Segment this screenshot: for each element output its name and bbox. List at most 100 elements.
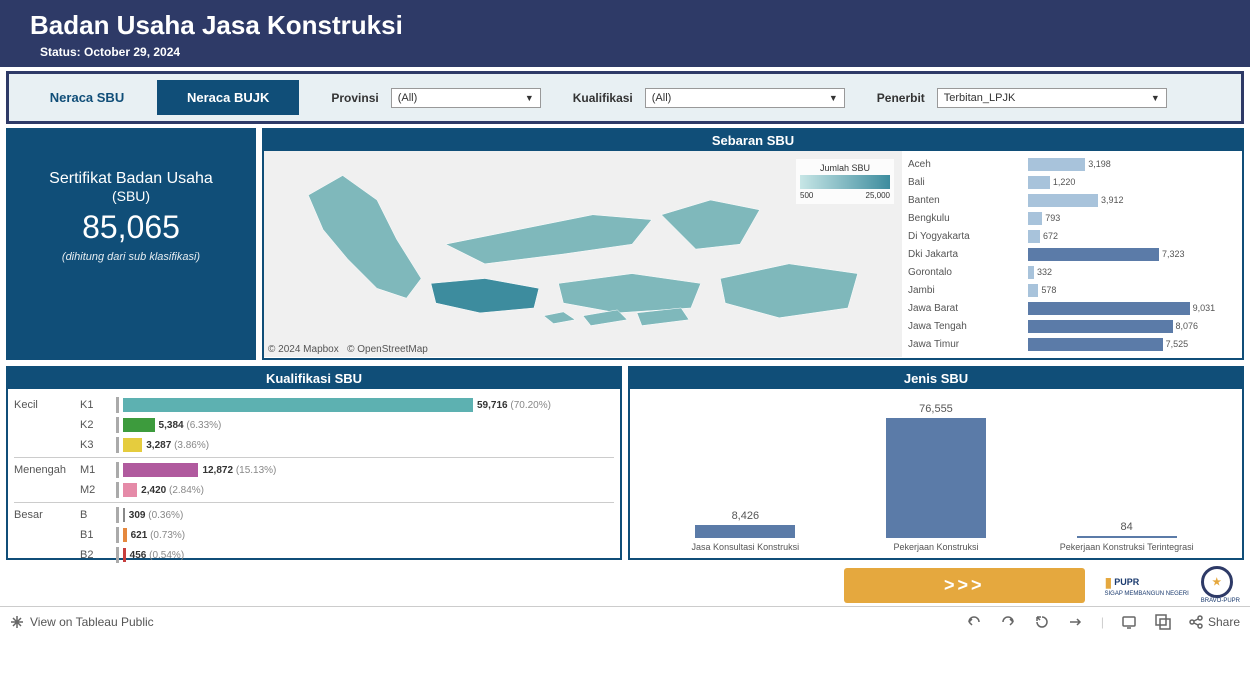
legend-gradient [800,175,890,189]
kualifikasi-row[interactable]: Besar B 309 (0.36%) [14,505,614,525]
logo-pupr-sub: SIGAP MEMBANGUN NEGERI [1105,591,1189,597]
forward-icon[interactable] [1067,613,1085,631]
province-row[interactable]: Banten 3,912 [908,191,1236,209]
redo-icon[interactable] [999,613,1017,631]
province-bar [1028,176,1050,189]
kual-value: 3,287 (3.86%) [146,440,209,451]
jenis-category: Pekerjaan Konstruksi [893,542,978,552]
tableau-icon [10,615,24,629]
kual-sub-label: K2 [80,419,110,431]
province-bar [1028,230,1040,243]
province-value: 3,912 [1101,195,1124,205]
kualifikasi-row[interactable]: Kecil K1 59,716 (70.20%) [14,395,614,415]
jenis-bar [1077,536,1177,538]
credit-osm: © OpenStreetMap [347,344,428,355]
kualifikasi-row[interactable]: Menengah M1 12,872 (15.13%) [14,460,614,480]
province-row[interactable]: Jawa Tengah 8,076 [908,317,1236,335]
kual-value: 309 (0.36%) [129,510,183,521]
logo-bravo: ★ BRAVO-PUPR [1201,566,1240,604]
kual-value: 12,872 (15.13%) [202,465,276,476]
dropdown-provinsi[interactable]: (All) ▼ [391,88,541,108]
province-row[interactable]: Bali 1,220 [908,173,1236,191]
kual-bar [123,508,125,522]
kual-value: 59,716 (70.20%) [477,400,551,411]
kualifikasi-row[interactable]: B1 621 (0.73%) [14,525,614,545]
province-label: Aceh [908,159,1028,170]
province-bar [1028,194,1098,207]
province-label: Jawa Tengah [908,321,1028,332]
province-label: Jawa Barat [908,303,1028,314]
device-icon[interactable] [1120,613,1138,631]
map-legend: Jumlah SBU 500 25,000 [796,159,894,204]
province-bar-list[interactable]: Aceh 3,198Bali 1,220Banten 3,912Bengkulu… [902,151,1242,357]
province-row[interactable]: Jawa Barat 9,031 [908,299,1236,317]
jenis-value: 84 [1121,521,1133,533]
province-bar [1028,284,1038,297]
province-value: 9,031 [1193,303,1216,313]
share-button[interactable]: Share [1188,614,1240,630]
province-value: 332 [1037,267,1052,277]
map-credit: © 2024 Mapbox © OpenStreetMap [268,344,428,355]
kual-group-label: Besar [14,509,74,521]
filter-bar: Neraca SBU Neraca BUJK Provinsi (All) ▼ … [6,71,1244,124]
jenis-item[interactable]: 76,555 Pekerjaan Konstruksi [842,403,1031,552]
kual-bar [123,418,155,432]
jenis-category: Jasa Konsultasi Konstruksi [692,542,800,552]
jenis-chart[interactable]: 8,426 Jasa Konsultasi Konstruksi76,555 P… [630,389,1242,557]
province-label: Bali [908,177,1028,188]
province-row[interactable]: Dki Jakarta 7,323 [908,245,1236,263]
province-row[interactable]: Jawa Timur 7,525 [908,335,1236,353]
province-bar [1028,158,1085,171]
province-row[interactable]: Di Yogyakarta 672 [908,227,1236,245]
credit-mapbox: © 2024 Mapbox [268,344,339,355]
jenis-item[interactable]: 8,426 Jasa Konsultasi Konstruksi [651,510,840,552]
province-value: 793 [1045,213,1060,223]
kualifikasi-row[interactable]: K2 5,384 (6.33%) [14,415,614,435]
reset-icon[interactable] [1033,613,1051,631]
kualifikasi-row[interactable]: M2 2,420 (2.84%) [14,480,614,500]
view-on-tableau-link[interactable]: View on Tableau Public [30,615,154,629]
tab-neraca-bujk[interactable]: Neraca BUJK [157,80,299,115]
province-value: 8,076 [1176,321,1199,331]
province-row[interactable]: Jambi 578 [908,281,1236,299]
jenis-value: 8,426 [732,510,760,522]
legend-title: Jumlah SBU [800,163,890,173]
dropdown-penerbit[interactable]: Terbitan_LPJK ▼ [937,88,1167,108]
dropdown-kualifikasi[interactable]: (All) ▼ [645,88,845,108]
filter-label-kualifikasi: Kualifikasi [573,91,633,105]
jenis-bar [886,418,986,538]
fullscreen-icon[interactable] [1154,613,1172,631]
kpi-subtitle: (dihitung dari sub klasifikasi) [18,251,244,263]
kual-sub-label: K1 [80,399,110,411]
next-button[interactable]: >>> [844,568,1085,603]
kualifikasi-row[interactable]: K3 3,287 (3.86%) [14,435,614,455]
province-value: 672 [1043,231,1058,241]
jenis-item[interactable]: 84 Pekerjaan Konstruksi Terintegrasi [1032,521,1221,552]
panel-title-kualifikasi: Kualifikasi SBU [8,368,620,389]
legend-min: 500 [800,191,813,200]
province-row[interactable]: Gorontalo 332 [908,263,1236,281]
chevron-down-icon: ▼ [1151,93,1160,103]
panel-sebaran-sbu: Sebaran SBU [262,128,1244,360]
map-indonesia[interactable]: Jumlah SBU 500 25,000 © 2024 Mapbox © Ope… [264,151,902,357]
kual-value: 456 (0.54%) [130,550,184,561]
province-row[interactable]: Bengkulu 793 [908,209,1236,227]
filter-label-penerbit: Penerbit [877,91,925,105]
logo-pupr: ▮PUPR SIGAP MEMBANGUN NEGERI [1105,574,1189,597]
kualifikasi-row[interactable]: B2 456 (0.54%) [14,545,614,565]
filter-label-provinsi: Provinsi [331,91,378,105]
province-label: Jawa Timur [908,339,1028,350]
legend-max: 25,000 [866,191,890,200]
page-header: Badan Usaha Jasa Konstruksi Status: Octo… [0,0,1250,67]
province-row[interactable]: Aceh 3,198 [908,155,1236,173]
province-label: Di Yogyakarta [908,231,1028,242]
page-title: Badan Usaha Jasa Konstruksi [30,10,1220,41]
province-value: 3,198 [1088,159,1111,169]
panel-kualifikasi-sbu: Kualifikasi SBU Kecil K1 59,716 (70.20%)… [6,366,622,560]
province-bar [1028,248,1159,261]
jenis-value: 76,555 [919,403,953,415]
kualifikasi-chart[interactable]: Kecil K1 59,716 (70.20%) K2 5,384 (6.33%… [8,389,620,571]
kual-bar [123,398,473,412]
undo-icon[interactable] [965,613,983,631]
tab-neraca-sbu[interactable]: Neraca SBU [17,80,157,115]
